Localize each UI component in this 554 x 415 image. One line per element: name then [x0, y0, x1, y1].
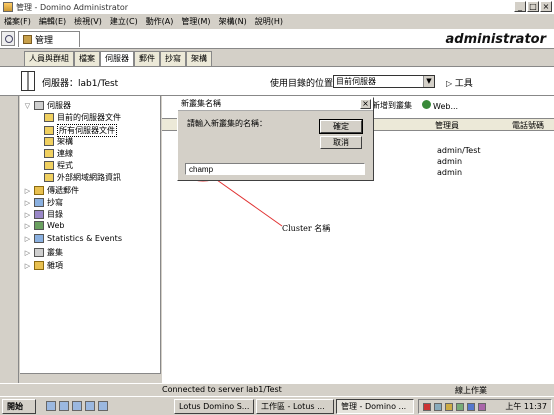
cluster-name-input[interactable]	[185, 163, 365, 175]
tray-icon[interactable]	[445, 403, 453, 411]
taskbar-button-workspace[interactable]: 工作區 - Lotus ...	[256, 399, 334, 414]
taskbar-button-label: Lotus Domino S...	[179, 402, 250, 411]
tray-icon[interactable]	[467, 403, 475, 411]
status-bar: Connected to server lab1/Test 線上作業	[0, 383, 554, 396]
dialog-title-bar: 新叢集名稱 ×	[178, 98, 373, 111]
online-status[interactable]: 線上作業	[455, 385, 487, 396]
tray-icon[interactable]	[456, 403, 464, 411]
taskbar-button-admin[interactable]: 管理 - Domino ...	[336, 399, 414, 414]
taskbar-button-label: 管理 - Domino ...	[341, 402, 407, 411]
taskbar-button-lotus-domino[interactable]: Lotus Domino S...	[174, 399, 254, 414]
tray-icon[interactable]	[423, 403, 431, 411]
taskbar: 開始 Lotus Domino S... 工作區 - Lotus ... 管理 …	[0, 396, 554, 415]
annotation-line	[216, 179, 283, 227]
annotation-overlay	[180, 154, 283, 227]
cancel-button[interactable]: 取消	[320, 136, 362, 149]
dialog-title: 新叢集名稱	[181, 99, 221, 108]
ok-button[interactable]: 確定	[319, 119, 363, 134]
folder-icon[interactable]	[85, 401, 95, 411]
cluster-name-annotation: Cluster 名稱	[282, 224, 331, 233]
close-icon[interactable]: ×	[360, 99, 371, 109]
tray-icon[interactable]	[478, 403, 486, 411]
status-message: Connected to server lab1/Test	[162, 385, 282, 394]
system-tray: 上午 11:37	[418, 399, 552, 414]
desktop-icon[interactable]	[72, 401, 82, 411]
tray-icon[interactable]	[434, 403, 442, 411]
quick-launch	[46, 401, 108, 411]
clock: 上午 11:37	[505, 402, 547, 411]
new-cluster-dialog: 新叢集名稱 × 請輸入新叢集的名稱： 確定 取消	[177, 97, 374, 181]
mail-icon[interactable]	[98, 401, 108, 411]
dialog-prompt: 請輸入新叢集的名稱：	[187, 119, 267, 128]
start-label: 開始	[7, 402, 23, 411]
taskbar-button-label: 工作區 - Lotus ...	[261, 402, 325, 411]
outlook-icon[interactable]	[59, 401, 69, 411]
ie-icon[interactable]	[46, 401, 56, 411]
start-button[interactable]: 開始	[2, 399, 36, 414]
